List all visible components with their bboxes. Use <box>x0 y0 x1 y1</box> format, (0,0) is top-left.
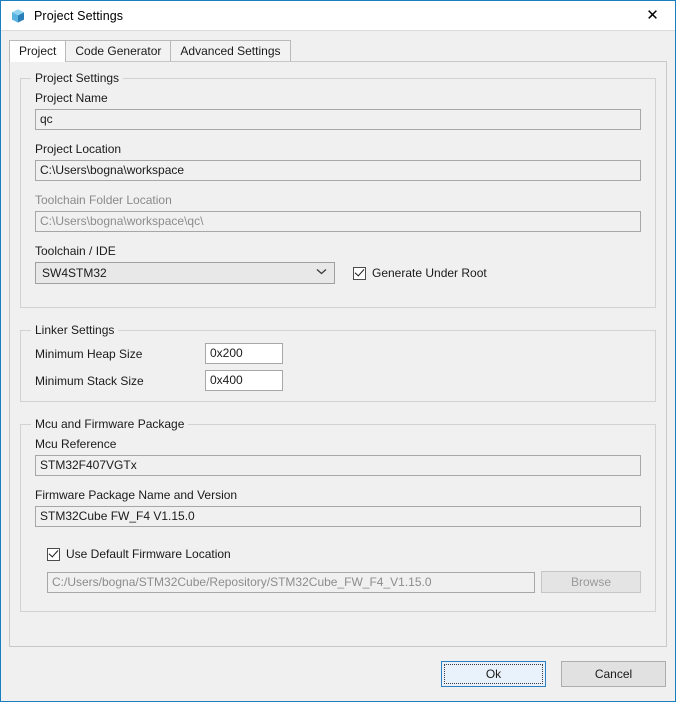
title-bar: Project Settings ✕ <box>1 1 675 31</box>
minimum-heap-size-label: Minimum Heap Size <box>35 346 143 361</box>
cancel-button[interactable]: Cancel <box>561 661 666 687</box>
generate-under-root-checkbox[interactable] <box>353 266 366 280</box>
cube-icon <box>10 8 26 24</box>
toolchain-ide-value: SW4STM32 <box>42 266 107 280</box>
mcu-reference-label: Mcu Reference <box>35 437 117 451</box>
minimum-stack-size-input[interactable]: 0x400 <box>205 370 283 391</box>
minimum-heap-size-input[interactable]: 0x200 <box>205 343 283 364</box>
generate-under-root-row[interactable]: Generate Under Root <box>353 266 487 280</box>
minimum-stack-size-label: Minimum Stack Size <box>35 373 144 388</box>
toolchain-ide-label: Toolchain / IDE <box>35 244 116 258</box>
browse-button: Browse <box>541 571 641 593</box>
tab-bar: Project Code Generator Advanced Settings <box>9 39 675 62</box>
mcu-reference-input: STM32F407VGTx <box>35 455 641 476</box>
tab-code-generator[interactable]: Code Generator <box>65 40 172 61</box>
project-settings-group: Project Settings Project Name qc Project… <box>20 71 656 308</box>
linker-settings-group-title: Linker Settings <box>31 323 119 337</box>
minimum-heap-size-row: Minimum Heap Size 0x200 <box>35 343 641 364</box>
ok-focus-ring <box>444 664 543 684</box>
tab-advanced-settings[interactable]: Advanced Settings <box>170 40 291 61</box>
use-default-firmware-location-row[interactable]: Use Default Firmware Location <box>47 547 641 561</box>
minimum-stack-size-row: Minimum Stack Size 0x400 <box>35 370 641 391</box>
project-settings-group-title: Project Settings <box>31 71 124 85</box>
project-name-label: Project Name <box>35 91 108 105</box>
project-location-input[interactable]: C:\Users\bogna\workspace <box>35 160 641 181</box>
firmware-path-input: C:/Users/bogna/STM32Cube/Repository/STM3… <box>47 571 535 593</box>
firmware-path-row: C:/Users/bogna/STM32Cube/Repository/STM3… <box>47 571 641 593</box>
use-default-firmware-location-label: Use Default Firmware Location <box>66 547 231 561</box>
close-icon[interactable]: ✕ <box>630 1 675 29</box>
project-location-label: Project Location <box>35 142 122 156</box>
project-name-input[interactable]: qc <box>35 109 641 130</box>
toolchain-folder-location-label: Toolchain Folder Location <box>35 193 172 207</box>
firmware-package-input: STM32Cube FW_F4 V1.15.0 <box>35 506 641 527</box>
mcu-firmware-group: Mcu and Firmware Package Mcu Reference S… <box>20 417 656 612</box>
project-tab-panel: Project Settings Project Name qc Project… <box>9 61 667 647</box>
toolchain-folder-location-input: C:\Users\bogna\workspace\qc\ <box>35 211 641 232</box>
use-default-firmware-location-checkbox[interactable] <box>47 547 60 561</box>
tab-project[interactable]: Project <box>9 40 67 62</box>
linker-settings-group: Linker Settings Minimum Heap Size 0x200 … <box>20 323 656 402</box>
toolchain-ide-select[interactable]: SW4STM32 <box>35 262 335 284</box>
project-settings-dialog: Project Settings ✕ Project Code Generato… <box>0 0 676 702</box>
chevron-down-icon <box>316 268 330 278</box>
cancel-button-label: Cancel <box>594 667 633 681</box>
window-title: Project Settings <box>34 8 124 23</box>
firmware-package-label: Firmware Package Name and Version <box>35 488 238 502</box>
mcu-firmware-group-title: Mcu and Firmware Package <box>31 417 189 431</box>
ok-button[interactable]: Ok <box>441 661 546 687</box>
dialog-footer: Ok Cancel <box>1 647 675 701</box>
generate-under-root-label: Generate Under Root <box>372 266 487 280</box>
toolchain-ide-row: SW4STM32 Generate Under Root <box>35 262 641 284</box>
